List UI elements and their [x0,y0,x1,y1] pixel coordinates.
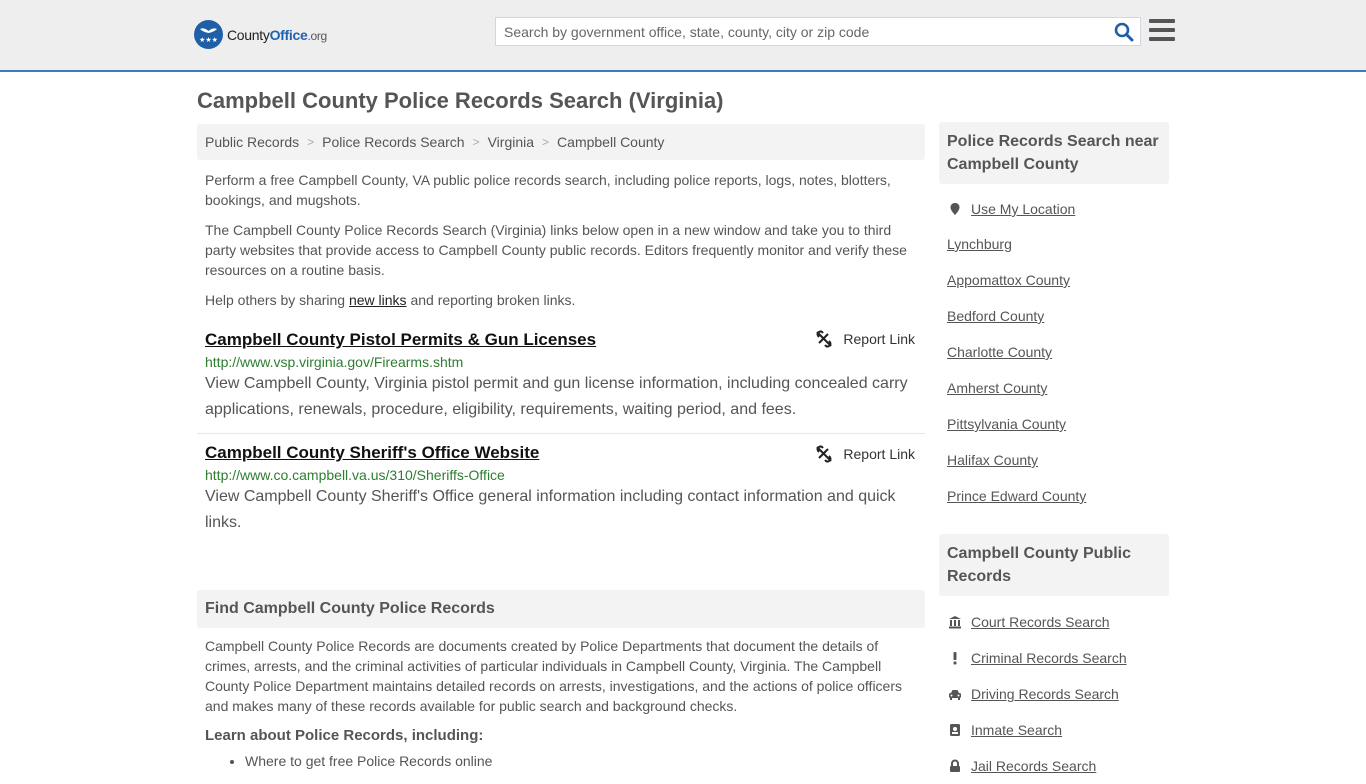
learn-list: Where to get free Police Records online [205,753,917,769]
share-text: and reporting broken links. [406,292,576,308]
map-marker-icon [947,201,963,217]
resource-link-title[interactable]: Campbell County Sheriff's Office Website [205,443,539,463]
exclamation-icon [947,650,963,666]
breadcrumb-virginia[interactable]: Virginia [488,134,534,150]
broken-link-icon [816,330,833,348]
find-records-paragraph: Campbell County Police Records are docum… [205,638,902,714]
car-icon [947,686,963,702]
breadcrumb-police-records-search[interactable]: Police Records Search [322,134,464,150]
nearby-item: Lynchburg [947,226,1161,262]
public-records-list: Court Records Search Criminal Records Se… [939,596,1169,784]
resource-description: View Campbell County Sheriff's Office ge… [205,488,896,531]
use-my-location-link[interactable]: Use My Location [971,201,1075,217]
nearby-link-lynchburg[interactable]: Lynchburg [947,236,1012,252]
resource-link-item: Campbell County Sheriff's Office Website… [197,434,925,546]
public-records-block: Campbell County Public Records Court Rec… [939,534,1169,784]
breadcrumb-separator: > [472,135,480,149]
resource-url[interactable]: http://www.vsp.virginia.gov/Firearms.sht… [205,354,917,370]
menu-bar [1149,37,1175,41]
nearby-link-amherst-county[interactable]: Amherst County [947,380,1047,396]
nearby-item: Appomattox County [947,262,1161,298]
nearby-list: Use My Location Lynchburg Appomattox Cou… [939,184,1169,514]
courthouse-icon [947,614,963,630]
logo-text: CountyOffice.org [227,26,327,43]
breadcrumb-separator: > [542,135,550,149]
nearby-link-charlotte-county[interactable]: Charlotte County [947,344,1052,360]
share-text: Help others by sharing [205,292,349,308]
nearby-link-pittsylvania-county[interactable]: Pittsylvania County [947,416,1066,432]
id-badge-icon [947,722,963,738]
new-links-link[interactable]: new links [349,292,407,308]
site-header: ★★★ CountyOffice.org [0,0,1366,72]
nearby-link-halifax-county[interactable]: Halifax County [947,452,1038,468]
report-link-label: Report Link [843,446,915,462]
criminal-records-search-link[interactable]: Criminal Records Search [971,650,1127,666]
intro-paragraph: Perform a free Campbell County, VA publi… [205,172,891,208]
breadcrumb-campbell-county[interactable]: Campbell County [557,134,664,150]
nearby-heading: Police Records Search near Campbell Coun… [939,122,1169,184]
public-records-heading: Campbell County Public Records [939,534,1169,596]
public-record-item: Inmate Search [947,712,1161,748]
main-content: Public Records > Police Records Search >… [197,124,925,769]
eagle-logo-icon: ★★★ [194,20,223,49]
driving-records-search-link[interactable]: Driving Records Search [971,686,1119,702]
intro: Perform a free Campbell County, VA publi… [197,170,925,310]
sidebar: Police Records Search near Campbell Coun… [939,122,1169,784]
learn-heading: Learn about Police Records, including: [205,727,484,744]
use-my-location-item: Use My Location [947,192,1161,226]
breadcrumb-public-records[interactable]: Public Records [205,134,299,150]
learn-list-item: Where to get free Police Records online [245,753,917,769]
jail-records-search-link[interactable]: Jail Records Search [971,758,1096,774]
public-record-item: Court Records Search [947,604,1161,640]
public-record-item: Jail Records Search [947,748,1161,784]
resource-url[interactable]: http://www.co.campbell.va.us/310/Sheriff… [205,467,917,483]
public-record-item: Driving Records Search [947,676,1161,712]
resource-description: View Campbell County, Virginia pistol pe… [205,375,908,418]
breadcrumb-separator: > [307,135,315,149]
nearby-link-bedford-county[interactable]: Bedford County [947,308,1044,324]
menu-bar [1149,19,1175,23]
lock-icon [947,758,963,774]
nearby-link-prince-edward-county[interactable]: Prince Edward County [947,488,1086,504]
nearby-item: Charlotte County [947,334,1161,370]
page-title: Campbell County Police Records Search (V… [197,88,724,113]
inmate-search-link[interactable]: Inmate Search [971,722,1062,738]
nearby-item: Pittsylvania County [947,406,1161,442]
resource-link-item: Campbell County Pistol Permits & Gun Lic… [197,322,925,434]
report-link-label: Report Link [843,331,915,347]
nearby-item: Halifax County [947,442,1161,478]
search-box [495,17,1141,46]
find-records-body: Campbell County Police Records are docum… [197,636,925,769]
resource-link-title[interactable]: Campbell County Pistol Permits & Gun Lic… [205,330,596,350]
broken-link-icon [816,445,833,463]
search-input[interactable] [496,18,1096,45]
report-link-button[interactable]: Report Link [815,330,915,348]
court-records-search-link[interactable]: Court Records Search [971,614,1110,630]
hamburger-menu-button[interactable] [1149,19,1175,41]
menu-bar [1149,28,1175,32]
nearby-item: Prince Edward County [947,478,1161,514]
find-records-heading: Find Campbell County Police Records [197,590,925,628]
site-logo[interactable]: ★★★ CountyOffice.org [194,20,327,49]
share-paragraph: Help others by sharing new links and rep… [205,290,917,310]
search-icon [1114,22,1134,42]
report-link-button[interactable]: Report Link [815,445,915,463]
nearby-item: Bedford County [947,298,1161,334]
nearby-link-appomattox-county[interactable]: Appomattox County [947,272,1070,288]
public-record-item: Criminal Records Search [947,640,1161,676]
intro-paragraph: The Campbell County Police Records Searc… [205,222,907,278]
svg-text:★★★: ★★★ [199,36,218,44]
nearby-item: Amherst County [947,370,1161,406]
search-button[interactable] [1114,22,1134,42]
breadcrumb: Public Records > Police Records Search >… [197,124,925,160]
